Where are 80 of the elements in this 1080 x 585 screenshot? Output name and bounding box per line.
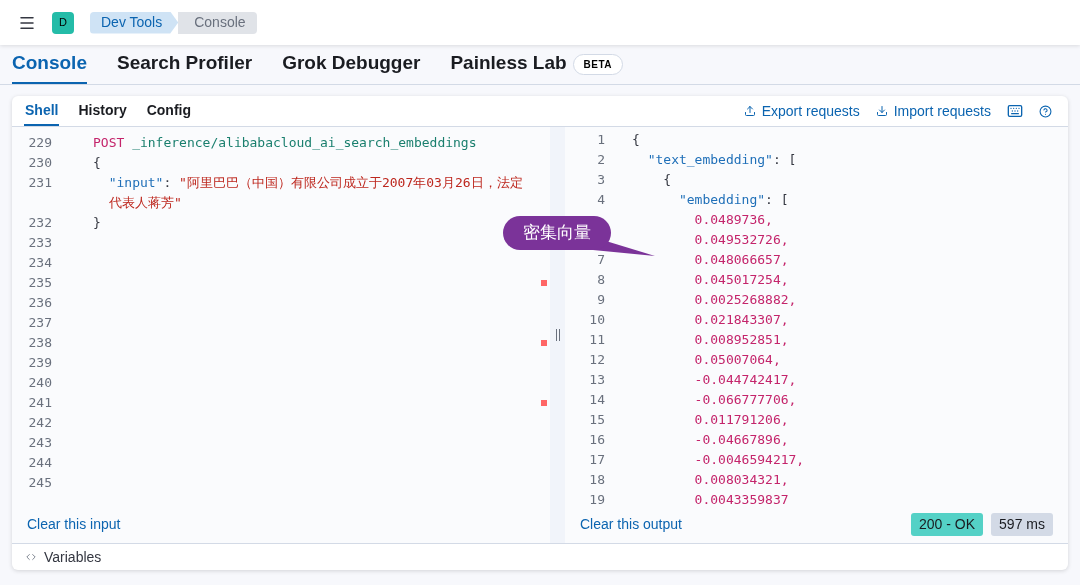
code-line: { [92,154,102,172]
code-line: 0.049532726, [693,231,789,249]
line-number: 7 [596,251,605,269]
line-number: 244 [27,454,52,472]
code-line: } [92,214,102,232]
panel-tab[interactable]: Config [145,96,193,126]
duration-badge: 597 ms [991,512,1053,536]
code-line: -0.044742417, [693,371,797,389]
code-line: "embedding": [ [677,191,789,209]
line-number: 3 [596,171,605,189]
code-line: -0.04667896, [693,431,789,449]
code-line: { [632,131,640,149]
line-number: 232 [27,214,52,232]
line-number: 235 [27,274,52,292]
breadcrumb[interactable]: Dev Tools [90,11,179,34]
code-line: 0.008952851, [693,331,789,349]
line-number: 18 [588,471,605,489]
code-line: 0.021843307, [693,311,789,329]
code-line: { [662,171,672,189]
line-number: 11 [588,331,605,349]
code-line: "input": "阿里巴巴（中国）有限公司成立于2007年03月26日，法定代表人蒋芳" [107,174,524,212]
variables-toggle[interactable]: Variables [44,546,102,568]
upload-icon [743,105,756,117]
code-line: 0.05007064, [693,351,781,369]
code-line: -0.0046594217, [693,451,805,469]
line-number: 240 [27,374,52,392]
line-number: 2 [596,151,605,169]
code-line: 0.0489736, [693,211,773,229]
line-number: 236 [27,294,52,312]
status-badge: 200 - OK [911,512,984,536]
line-number: 237 [27,314,52,332]
line-number: 16 [588,431,605,449]
line-number: 229 [27,134,52,152]
app-tab[interactable]: Painless Lab [450,45,567,84]
line-number: 4 [596,191,605,209]
app-tab[interactable]: Console [12,45,87,84]
code-line: "text_embedding": [ [646,151,797,169]
line-number: 15 [588,411,605,429]
line-number: 12 [588,351,605,369]
line-number: 1 [596,131,605,149]
line-number: 241 [27,394,52,412]
line-number: 231 [27,174,52,192]
action-link[interactable]: Import requests [875,100,991,122]
line-number: 233 [27,234,52,252]
line-number: 17 [588,451,605,469]
line-number: 243 [27,434,52,452]
line-number: 238 [27,334,52,352]
code-line: -0.066777706, [693,391,797,409]
line-number: 245 [27,474,52,492]
breadcrumb[interactable]: Console [178,11,257,34]
code-line: 0.048066657, [693,251,789,269]
line-number: 13 [588,371,605,389]
line-number: 19 [588,491,605,505]
code-line: 0.0025268882, [693,291,797,309]
line-number: 10 [588,311,605,329]
clear-input-link[interactable]: Clear this input [27,513,121,535]
code-line: POST _inference/alibabacloud_ai_search_embeddings [92,134,478,152]
line-number: 9 [596,291,605,309]
code-line: 0.008034321, [693,471,789,489]
code-icon [26,552,36,562]
resize-handle[interactable] [555,329,560,341]
line-number: 14 [588,391,605,409]
line-number: 234 [27,254,52,272]
code-line: 0.0043359837 [693,491,789,505]
keyboard-icon[interactable] [1007,103,1023,119]
line-number: 230 [27,154,52,172]
panel-tab[interactable]: History [77,96,128,126]
action-link[interactable]: Export requests [743,100,860,122]
app-tab[interactable]: Search Profiler [116,45,253,84]
code-line: 0.045017254, [693,271,789,289]
avatar: D [52,11,74,34]
help-icon[interactable] [1039,104,1052,118]
clear-output-link[interactable]: Clear this output [580,513,682,535]
beta-badge: BETA [572,54,624,75]
line-number: 239 [27,354,52,372]
code-line: 0.011791206, [693,411,789,429]
app-tab[interactable]: Grok Debugger [282,45,421,84]
line-number: 242 [27,414,52,432]
line-number: 8 [596,271,605,289]
download-icon [875,105,888,117]
